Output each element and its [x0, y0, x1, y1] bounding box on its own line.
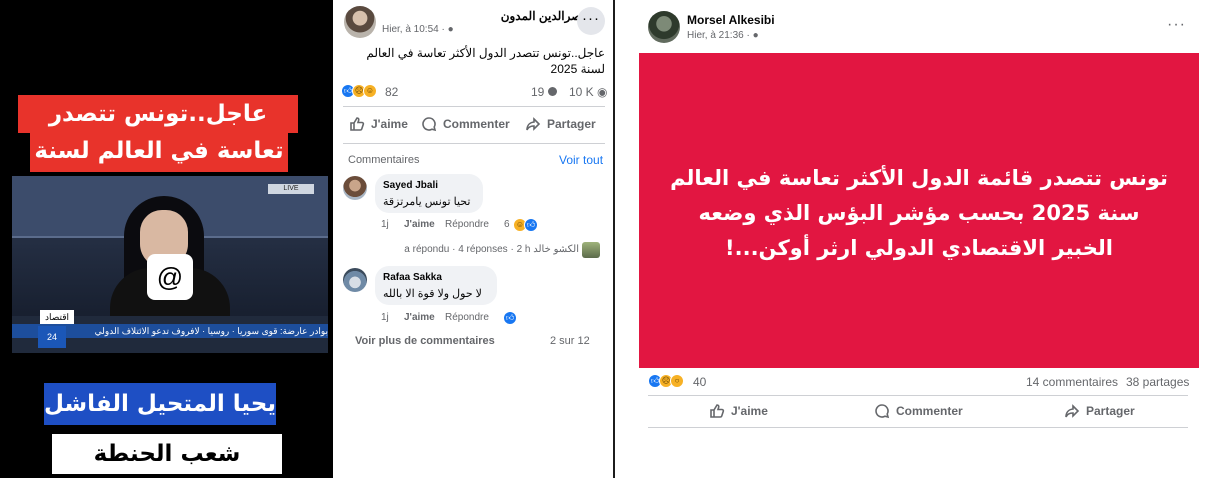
- share-icon: [526, 117, 541, 131]
- reply-avatar: [582, 242, 600, 258]
- comment-reply-button[interactable]: Répondre: [445, 312, 489, 323]
- commenter-name[interactable]: Sayed Jbali: [383, 180, 438, 191]
- comment-count[interactable]: 14 commentaires: [1026, 375, 1118, 389]
- views-count: 10 K ◉: [569, 85, 608, 99]
- divider: [648, 427, 1188, 428]
- facebook-post-middle: نصرالدين المدون Hier, à 10:54 · ● ··· عا…: [333, 0, 611, 478]
- comments-heading: Commentaires: [348, 154, 420, 166]
- facebook-post-right: Morsel Alkesibi Hier, à 21:36 · ● ··· تو…: [615, 0, 1210, 478]
- channel-logo: 24: [38, 326, 66, 348]
- share-label: Partager: [547, 117, 596, 131]
- comment-text: تحيا تونس يامرتزقة: [383, 196, 471, 208]
- comment-count-value: 19: [531, 85, 545, 99]
- reaction-icons[interactable]: 👍︎ ☹ ○: [648, 374, 698, 388]
- headline-banner-line1: عاجل..تونس تتصدر الدول الأكثر: [18, 95, 298, 165]
- comment-time[interactable]: 1j: [381, 312, 389, 323]
- like-label: J'aime: [731, 404, 768, 418]
- comment-like-button[interactable]: J'aime: [404, 219, 435, 230]
- comment-time[interactable]: 1j: [381, 219, 389, 230]
- post-author[interactable]: Morsel Alkesibi: [687, 13, 775, 27]
- commenter-avatar[interactable]: [343, 268, 367, 292]
- more-options-button[interactable]: ···: [577, 7, 605, 35]
- comment-count[interactable]: 19: [531, 85, 557, 99]
- haha-reaction-icon: ☺: [363, 84, 377, 98]
- post-author[interactable]: نصرالدين المدون: [435, 9, 585, 23]
- reaction-count[interactable]: 82: [385, 85, 398, 99]
- comment-like-button[interactable]: J'aime: [404, 312, 435, 323]
- caption-white: شعب الحنطة والطحين: [52, 434, 282, 474]
- share-label: Partager: [1086, 404, 1135, 418]
- share-count[interactable]: 38 partages: [1126, 375, 1189, 389]
- share-icon: [1065, 404, 1080, 418]
- commenter-avatar[interactable]: [343, 176, 367, 200]
- comment-bubble: Sayed Jbali تحيا تونس يامرتزقة: [375, 174, 483, 213]
- comment-text: لا حول ولا قوة الا بالله: [383, 288, 482, 300]
- card-text: تونس تتصدر قائمة الدول الأكثر تعاسة في ا…: [670, 166, 1168, 260]
- globe-icon: ●: [447, 24, 454, 35]
- comment-icon: [422, 117, 437, 132]
- post-time[interactable]: Hier, à 21:36 · ●: [687, 30, 759, 41]
- share-button[interactable]: Partager: [1064, 403, 1135, 419]
- eye-icon: ◉: [597, 85, 608, 99]
- like-button[interactable]: J'aime: [709, 403, 768, 419]
- commenter-name[interactable]: Rafaa Sakka: [383, 272, 442, 283]
- reaction-icons[interactable]: 👍︎ ☹ ☺: [341, 84, 391, 98]
- caption-blue: يحيا المتحيل الفاشل: [44, 383, 276, 425]
- divider: [343, 143, 605, 144]
- post-time-text: Hier, à 21:36 ·: [687, 30, 750, 41]
- comment-label: Commenter: [443, 117, 510, 131]
- globe-icon: ●: [752, 30, 759, 41]
- like-button[interactable]: J'aime: [349, 116, 408, 132]
- video-panel[interactable]: عاجل..تونس تتصدر الدول الأكثر تعاسة في ا…: [0, 0, 333, 478]
- thumbs-up-icon: [710, 404, 725, 418]
- divider: [343, 106, 605, 107]
- wow-reaction-icon: ○: [670, 374, 684, 388]
- comment-label: Commenter: [896, 404, 963, 418]
- see-all-link[interactable]: Voir tout: [559, 153, 603, 167]
- comment-reaction-count[interactable]: 6: [504, 219, 510, 230]
- author-avatar[interactable]: [344, 6, 376, 38]
- more-comments-link[interactable]: Voir plus de commentaires: [355, 335, 495, 347]
- post-time-text: Hier, à 10:54 ·: [382, 24, 445, 35]
- comment-button[interactable]: Commenter: [874, 403, 963, 419]
- author-avatar[interactable]: [648, 11, 680, 43]
- post-text-card[interactable]: تونس تتصدر قائمة الدول الأكثر تعاسة في ا…: [639, 53, 1199, 368]
- more-options-button[interactable]: ···: [1167, 16, 1186, 34]
- channel-tag: اقتصاد: [40, 310, 74, 324]
- like-reaction-icon: 👍︎: [503, 311, 517, 325]
- reaction-count[interactable]: 40: [693, 375, 706, 389]
- like-reaction-icon: 👍︎: [524, 218, 538, 232]
- comments-pagination: 2 sur 12: [550, 335, 590, 347]
- comment-reply-button[interactable]: Répondre: [445, 219, 489, 230]
- post-time[interactable]: Hier, à 10:54 · ●: [382, 24, 454, 35]
- like-label: J'aime: [371, 117, 408, 131]
- comment-bubble: Rafaa Sakka لا حول ولا قوة الا بالله: [375, 266, 497, 305]
- thumbs-up-icon: [350, 117, 365, 131]
- at-sign-icon: @: [147, 254, 193, 300]
- comment-bubble-icon: [547, 87, 557, 96]
- views-count-value: 10 K: [569, 85, 594, 99]
- post-text: عاجل..تونس تتصدر الدول الأكثر تعاسة في ا…: [366, 46, 605, 76]
- share-button[interactable]: Partager: [525, 116, 596, 132]
- headline-banner-line2: تعاسة في العالم لسنة 2025: [30, 132, 288, 202]
- channel-top-label: LIVE: [268, 184, 314, 194]
- replies-summary[interactable]: الكشو خالد a répondu · 4 réponses · 2 h: [379, 244, 579, 255]
- divider: [648, 395, 1188, 396]
- comment-icon: [875, 404, 890, 419]
- comment-button[interactable]: Commenter: [421, 116, 510, 132]
